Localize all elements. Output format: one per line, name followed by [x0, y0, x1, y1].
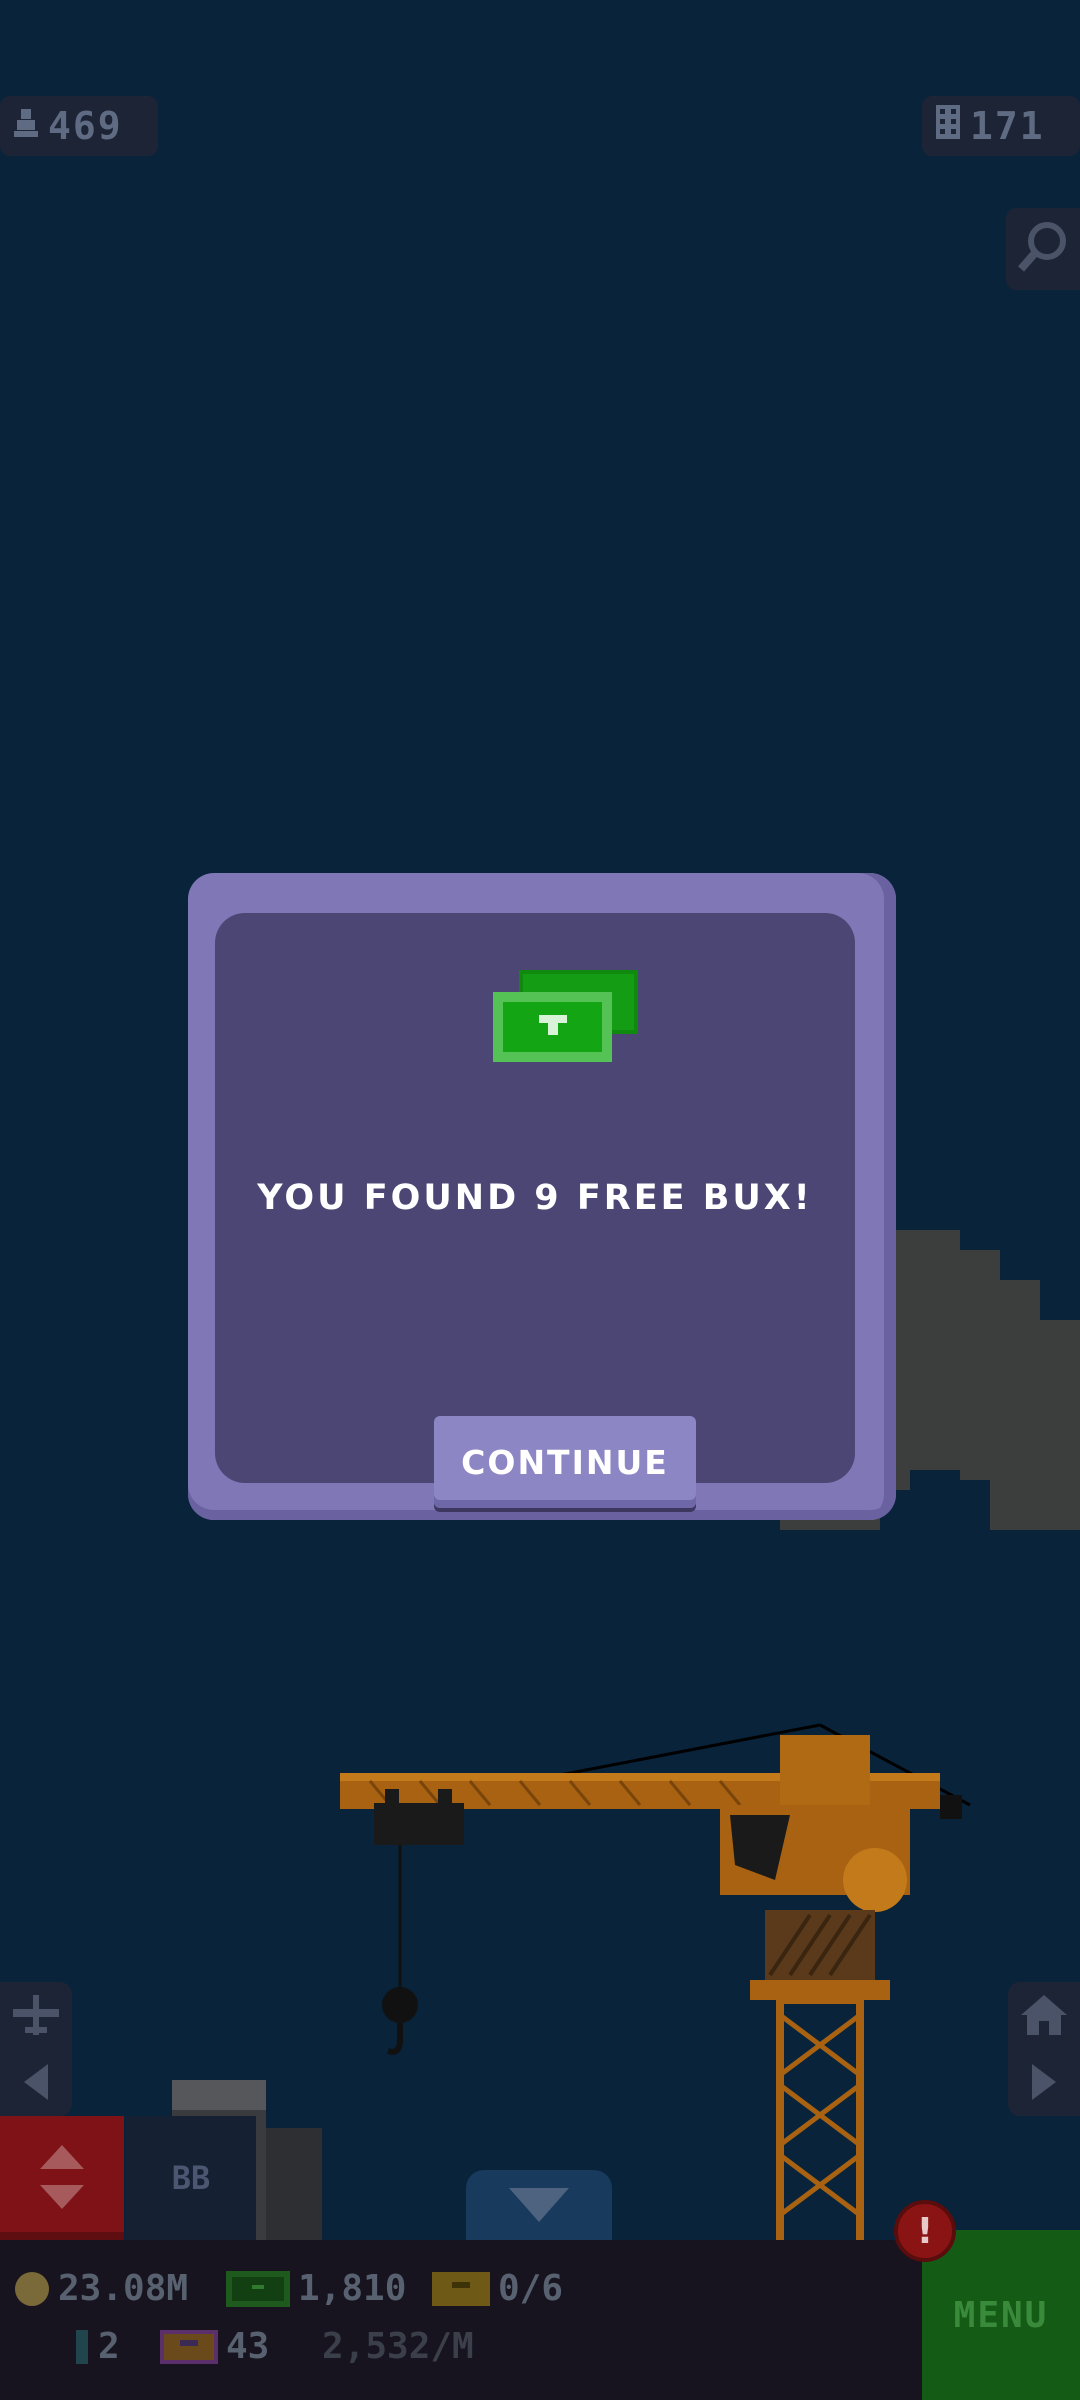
coin-icon — [15, 2271, 49, 2306]
tickets-stat: 0/6 — [432, 2268, 563, 2309]
alert-badge[interactable]: ! — [894, 2200, 956, 2262]
nav-right-panel[interactable] — [1008, 1982, 1080, 2116]
coins-value: 23.08M — [58, 2268, 189, 2309]
home-icon — [1021, 1994, 1067, 2039]
coins-stat: 23.08M — [14, 2268, 188, 2309]
key-icon — [76, 2329, 88, 2364]
golden-ticket-icon — [160, 2329, 218, 2364]
up-down-arrows-icon — [40, 2144, 84, 2209]
reward-dialog: YOU FOUND 9 FREE BUX! CONTINUE — [188, 873, 896, 1520]
floors-counter: 171 — [922, 96, 1080, 156]
expand-panel-button[interactable] — [466, 2170, 612, 2242]
building-block — [266, 2128, 322, 2240]
bb-button[interactable]: BB — [126, 2116, 256, 2240]
chevron-down-icon — [509, 2187, 569, 2222]
person-icon — [14, 104, 38, 148]
elevator-button[interactable] — [0, 2116, 124, 2240]
arrow-left-icon[interactable] — [24, 2063, 48, 2104]
reward-message: YOU FOUND 9 FREE BUX! — [257, 1178, 813, 1218]
keys-stat: 2 — [74, 2326, 120, 2367]
golden-tickets-value: 43 — [226, 2326, 270, 2367]
bux-small-icon — [226, 2270, 290, 2307]
continue-button[interactable]: CONTINUE — [434, 1416, 696, 1508]
population-value: 469 — [48, 104, 123, 148]
population-counter: 469 — [0, 96, 158, 156]
keys-value: 2 — [98, 2326, 120, 2367]
menu-button[interactable]: MENU — [922, 2230, 1080, 2400]
construction-crane — [340, 1723, 971, 2245]
magnifier-icon — [1015, 219, 1071, 279]
floors-value: 171 — [970, 104, 1045, 148]
bux-value: 1,810 — [298, 2268, 407, 2309]
earning-rate-value: 2,532/M — [322, 2326, 474, 2367]
nav-left-panel[interactable] — [0, 1982, 72, 2116]
earning-rate: 2,532/M — [322, 2326, 474, 2367]
golden-tickets-stat: 43 — [160, 2326, 269, 2367]
zoom-button[interactable] — [1006, 208, 1080, 290]
building-icon — [936, 104, 960, 148]
bottom-stats-bar: 23.08M 1,810 0/6 2 43 2,532/M — [0, 2240, 1080, 2400]
tickets-value: 0/6 — [498, 2268, 564, 2309]
reward-dialog-body: YOU FOUND 9 FREE BUX! CONTINUE — [215, 913, 855, 1508]
ticket-icon — [432, 2271, 490, 2306]
building-block-roof — [172, 2080, 266, 2110]
bux-stat: 1,810 — [226, 2268, 406, 2309]
plane-icon — [13, 1994, 59, 2039]
arrow-right-icon[interactable] — [1032, 2063, 1056, 2104]
bux-icon — [493, 970, 638, 1062]
